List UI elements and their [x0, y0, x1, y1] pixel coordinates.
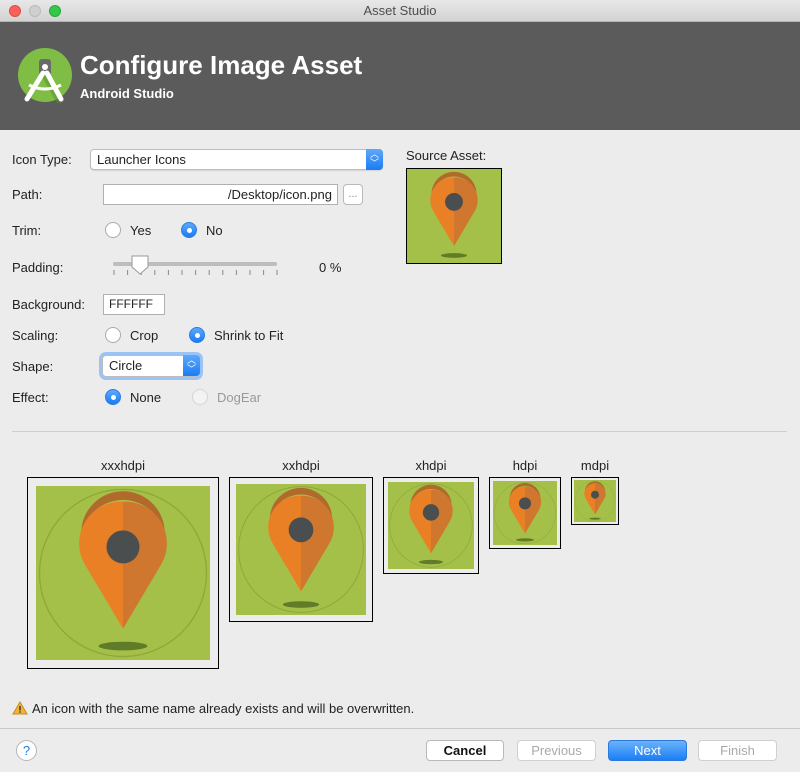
- trim-label: Trim:: [12, 223, 42, 238]
- preview-xxxhdpi: [27, 477, 219, 669]
- scaling-shrink-radio[interactable]: [189, 327, 205, 343]
- window-title: Asset Studio: [363, 3, 437, 18]
- preview-label: xxhdpi: [282, 458, 320, 473]
- android-studio-logo-icon: [18, 48, 72, 103]
- preview-label: mdpi: [580, 458, 610, 473]
- icon-type-label: Icon Type:: [12, 152, 72, 167]
- map-pin-icon: [388, 482, 474, 569]
- close-button[interactable]: [9, 5, 21, 17]
- scaling-crop-label: Crop: [130, 328, 159, 343]
- scaling-label: Scaling:: [12, 328, 59, 343]
- trim-no-label: No: [206, 223, 223, 238]
- background-color-field[interactable]: FFFFFF: [103, 294, 165, 315]
- warning-icon: [12, 701, 28, 715]
- preview-xxhdpi: [229, 477, 373, 622]
- previous-button: Previous: [517, 740, 596, 761]
- source-asset-preview: [406, 168, 502, 264]
- shape-select[interactable]: Circle ︿ ﹀: [102, 355, 200, 377]
- chevron-updown-icon: ︿ ﹀: [366, 149, 383, 170]
- page-title: Configure Image Asset: [80, 50, 363, 80]
- browse-button[interactable]: ...: [343, 184, 363, 205]
- padding-label: Padding:: [12, 260, 64, 275]
- effect-label: Effect:: [12, 390, 49, 405]
- preview-label: hdpi: [512, 458, 538, 473]
- page-subtitle: Android Studio: [80, 86, 174, 101]
- map-pin-icon: [407, 169, 501, 263]
- effect-none-radio[interactable]: [105, 389, 121, 405]
- preview-label: xxxhdpi: [100, 458, 146, 473]
- shape-value: Circle: [109, 358, 143, 373]
- padding-value: 0 %: [319, 260, 342, 275]
- header: Configure Image Asset Android Studio: [0, 22, 800, 130]
- source-asset-label: Source Asset:: [406, 148, 487, 163]
- path-input[interactable]: /Desktop/icon.png: [103, 184, 338, 205]
- slider-thumb[interactable]: [131, 255, 149, 275]
- minimize-button[interactable]: [29, 5, 41, 17]
- map-pin-icon: [236, 484, 366, 615]
- map-pin-icon: [36, 486, 210, 660]
- icon-type-value: Launcher Icons: [97, 152, 186, 167]
- title-bar: Asset Studio: [0, 0, 800, 22]
- preview-hdpi: [489, 477, 561, 549]
- chevron-updown-icon: ︿ ﹀: [183, 355, 200, 376]
- effect-dogear-radio: [192, 389, 208, 405]
- trim-yes-radio[interactable]: [105, 222, 121, 238]
- background-label: Background:: [12, 297, 85, 312]
- path-label: Path:: [12, 187, 43, 202]
- divider: [12, 431, 787, 432]
- icon-type-select[interactable]: Launcher Icons ︿ ﹀: [90, 149, 383, 170]
- zoom-button[interactable]: [49, 5, 61, 17]
- preview-image: [236, 484, 366, 615]
- preview-image: [493, 481, 557, 545]
- preview-mdpi: [571, 477, 619, 525]
- preview-image: [388, 482, 474, 569]
- effect-none-label: None: [130, 390, 162, 405]
- next-button[interactable]: Next: [608, 740, 687, 761]
- warning-message: An icon with the same name already exist…: [32, 701, 415, 716]
- footer-divider: [0, 728, 800, 729]
- preview-image: [574, 480, 616, 522]
- preview-label: xhdpi: [415, 458, 447, 473]
- map-pin-icon: [574, 480, 616, 522]
- scaling-crop-radio[interactable]: [105, 327, 121, 343]
- preview-xhdpi: [383, 477, 479, 574]
- map-pin-icon: [493, 481, 557, 545]
- cancel-button[interactable]: Cancel: [426, 740, 504, 761]
- trim-no-radio[interactable]: [181, 222, 197, 238]
- scaling-shrink-label: Shrink to Fit: [214, 328, 284, 343]
- help-button[interactable]: ?: [16, 740, 37, 761]
- shape-label: Shape:: [12, 359, 54, 374]
- finish-button: Finish: [698, 740, 777, 761]
- preview-image: [36, 486, 210, 660]
- trim-yes-label: Yes: [130, 223, 152, 238]
- effect-dogear-label: DogEar: [217, 390, 262, 405]
